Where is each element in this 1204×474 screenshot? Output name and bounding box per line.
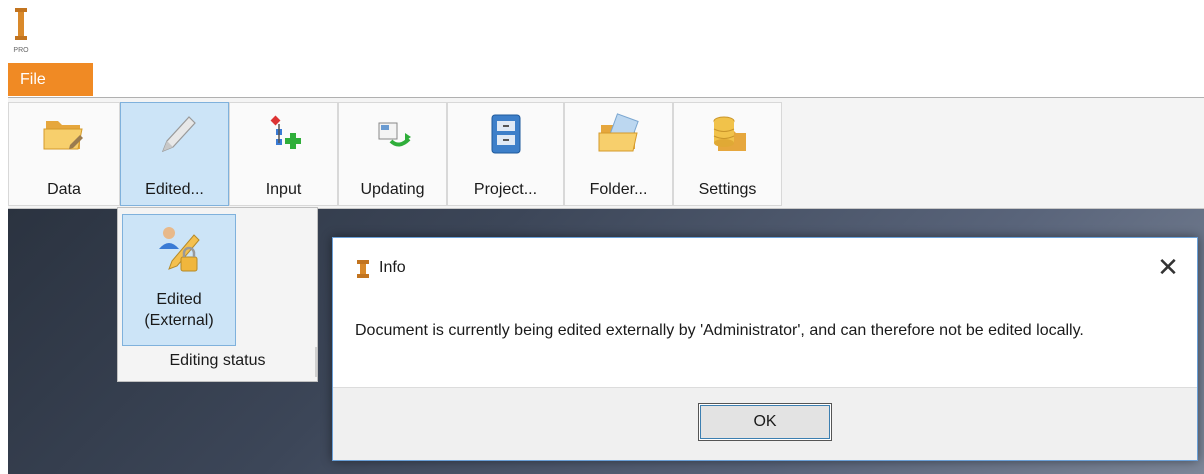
database-folder-icon bbox=[704, 111, 752, 157]
ribbon-toolbar: Data Edited... Input Updating Project...… bbox=[8, 97, 1204, 209]
ribbon-button-label: Settings bbox=[698, 181, 757, 198]
ribbon-button-settings[interactable]: Settings bbox=[673, 102, 782, 206]
ribbon-button-label: Updating bbox=[360, 181, 425, 198]
ribbon-button-project[interactable]: Project... bbox=[447, 102, 564, 206]
ribbon-button-label: Input bbox=[265, 181, 302, 198]
edited-external-label-line1: Edited bbox=[156, 291, 202, 308]
update-icon bbox=[369, 111, 417, 157]
file-menu-tab[interactable]: File bbox=[8, 63, 93, 96]
edited-external-label-line2: (External) bbox=[144, 312, 214, 329]
dialog-title: Info bbox=[379, 259, 406, 276]
editing-status-group-label: Editing status bbox=[169, 352, 266, 369]
app-logo-icon: PRO bbox=[10, 6, 32, 60]
ribbon-button-label: Project... bbox=[473, 181, 538, 198]
pencil-icon bbox=[151, 111, 199, 157]
ok-button[interactable]: OK bbox=[698, 403, 832, 441]
ribbon-button-label: Folder... bbox=[589, 181, 648, 198]
folder-open-icon bbox=[595, 111, 643, 157]
folder-edit-icon bbox=[40, 111, 88, 157]
user-pencil-lock-icon bbox=[155, 223, 203, 275]
ribbon-button-folder[interactable]: Folder... bbox=[564, 102, 673, 206]
app-icon bbox=[355, 258, 371, 280]
ribbon-button-label: Edited... bbox=[145, 181, 204, 198]
input-add-icon bbox=[260, 111, 308, 157]
dialog-footer: OK bbox=[333, 387, 1197, 460]
close-icon[interactable]: ✕ bbox=[1153, 252, 1183, 282]
logo-text: PRO bbox=[13, 47, 29, 54]
info-dialog: Info ✕ Document is currently being edite… bbox=[332, 237, 1198, 461]
edited-dropdown-menu: Edited (External) Editing status bbox=[117, 207, 318, 382]
ribbon-button-data[interactable]: Data bbox=[8, 102, 120, 206]
ribbon-button-edited[interactable]: Edited... bbox=[120, 102, 229, 206]
ribbon-button-input[interactable]: Input bbox=[229, 102, 338, 206]
group-separator bbox=[315, 347, 317, 377]
ribbon-button-label: Data bbox=[47, 181, 81, 198]
edited-external-button[interactable]: Edited (External) bbox=[122, 214, 236, 346]
project-icon bbox=[482, 111, 530, 157]
dialog-message: Document is currently being edited exter… bbox=[355, 322, 1084, 339]
ribbon-button-updating[interactable]: Updating bbox=[338, 102, 447, 206]
